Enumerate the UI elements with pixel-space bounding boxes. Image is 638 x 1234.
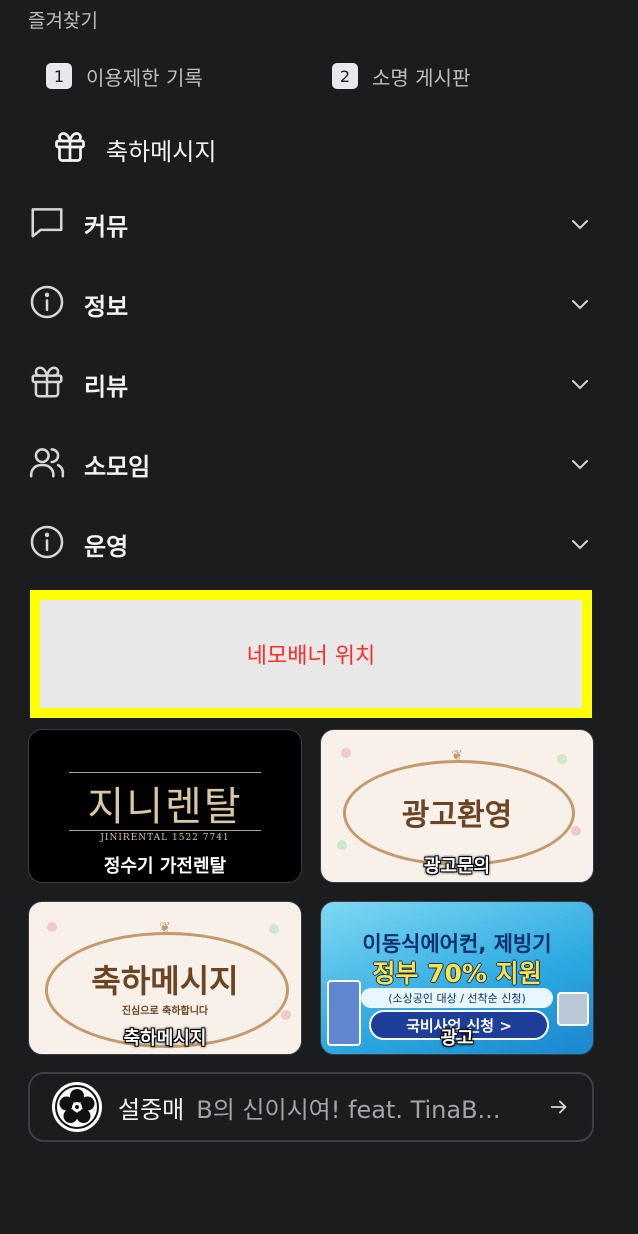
now-playing-subtitle: B의 신이시여! feat. TinaB... xyxy=(196,1095,501,1124)
info-icon xyxy=(28,523,66,565)
chat-icon xyxy=(28,203,66,245)
ad-card-caption: 정수기 가전렌탈 xyxy=(103,856,227,877)
ad-card-rental[interactable]: 지니렌탈 JINIRENTAL 1522 7741 정수기 가전렌탈 xyxy=(28,729,302,883)
menu-item-label: 리뷰 xyxy=(84,372,129,401)
chevron-down-icon[interactable] xyxy=(568,372,592,396)
ad-card-celebration[interactable]: ❦ 축하메시지 진심으로 축하합니다 축하메시지 xyxy=(28,901,302,1055)
favorite-item-celebration[interactable]: 축하메시지 xyxy=(52,128,216,170)
ad-highlight: 정부 70% 지원 xyxy=(372,959,542,988)
menu-item-label: 정보 xyxy=(84,292,129,321)
gift-icon xyxy=(52,129,88,169)
laurel-icon: ❦ xyxy=(451,748,463,764)
favorite-item-restriction-log[interactable]: 1 이용제한 기록 xyxy=(46,60,203,92)
ad-card-art-title: 축하메시지 xyxy=(91,962,239,1000)
ad-card-art-subtitle: 진심으로 축하합니다 xyxy=(121,1006,209,1017)
users-icon xyxy=(28,443,66,485)
chevron-down-icon[interactable] xyxy=(568,212,592,236)
banner-placeholder[interactable]: 네모배너 위치 xyxy=(30,590,592,718)
chevron-down-icon[interactable] xyxy=(568,532,592,556)
menu-item-community[interactable]: 커뮤 xyxy=(28,202,594,246)
ice-maker-icon xyxy=(557,992,589,1026)
menu-item-operation[interactable]: 운영 xyxy=(28,522,594,566)
menu-item-label: 커뮤 xyxy=(84,212,129,241)
ad-card-art-title: 광고환영 xyxy=(401,798,513,833)
rental-logo-text: 지니렌탈 xyxy=(87,784,243,830)
decor-dot xyxy=(557,754,567,764)
arrow-right-icon[interactable] xyxy=(548,1096,570,1118)
ad-card-caption: 광고문의 xyxy=(423,856,491,877)
menu-item-label: 소모임 xyxy=(84,452,151,481)
now-playing-bar[interactable]: 설중매 B의 신이시여! feat. TinaB... xyxy=(28,1072,594,1142)
rental-logo-subtext: JINIRENTAL 1522 7741 xyxy=(100,833,230,843)
ad-card-aircon[interactable]: 이동식에어컨, 제빙기 정부 70% 지원 (소상공인 대상 / 선착순 신청)… xyxy=(320,901,594,1055)
favorite-number-badge: 1 xyxy=(46,63,72,89)
favorite-item-appeal-board[interactable]: 2 소명 게시판 xyxy=(332,60,470,92)
decor-dot xyxy=(341,748,351,758)
menu-item-label: 운영 xyxy=(84,532,129,561)
decor-dot xyxy=(47,922,57,932)
favorites-title: 즐겨찾기 xyxy=(28,10,98,32)
avatar xyxy=(52,1082,102,1132)
favorite-item-label: 이용제한 기록 xyxy=(86,65,203,90)
divider xyxy=(69,772,261,773)
menu-item-info[interactable]: 정보 xyxy=(28,282,594,326)
divider xyxy=(69,830,261,831)
ad-card-caption: 축하메시지 xyxy=(123,1028,207,1049)
laurel-icon: ❦ xyxy=(159,920,171,936)
now-playing-title: 설중매 xyxy=(118,1095,185,1124)
chevron-down-icon[interactable] xyxy=(568,292,592,316)
chevron-down-icon[interactable] xyxy=(568,452,592,476)
ad-card-inquiry[interactable]: ❦ 광고환영 광고문의 xyxy=(320,729,594,883)
favorite-item-label: 소명 게시판 xyxy=(372,65,471,90)
favorite-number-badge: 2 xyxy=(332,63,358,89)
ad-note: (소상공인 대상 / 선착순 신청) xyxy=(361,988,553,1008)
ad-card-caption: 광고 xyxy=(440,1028,474,1049)
info-icon xyxy=(28,283,66,325)
gift-icon xyxy=(28,363,66,405)
plum-blossom-icon xyxy=(55,1085,99,1129)
banner-text: 네모배너 위치 xyxy=(40,600,582,708)
decor-dot xyxy=(269,924,279,934)
decor-dot xyxy=(337,840,347,850)
menu-item-groups[interactable]: 소모임 xyxy=(28,442,594,486)
menu-item-review[interactable]: 리뷰 xyxy=(28,362,594,406)
celebration-label: 축하메시지 xyxy=(106,137,217,166)
